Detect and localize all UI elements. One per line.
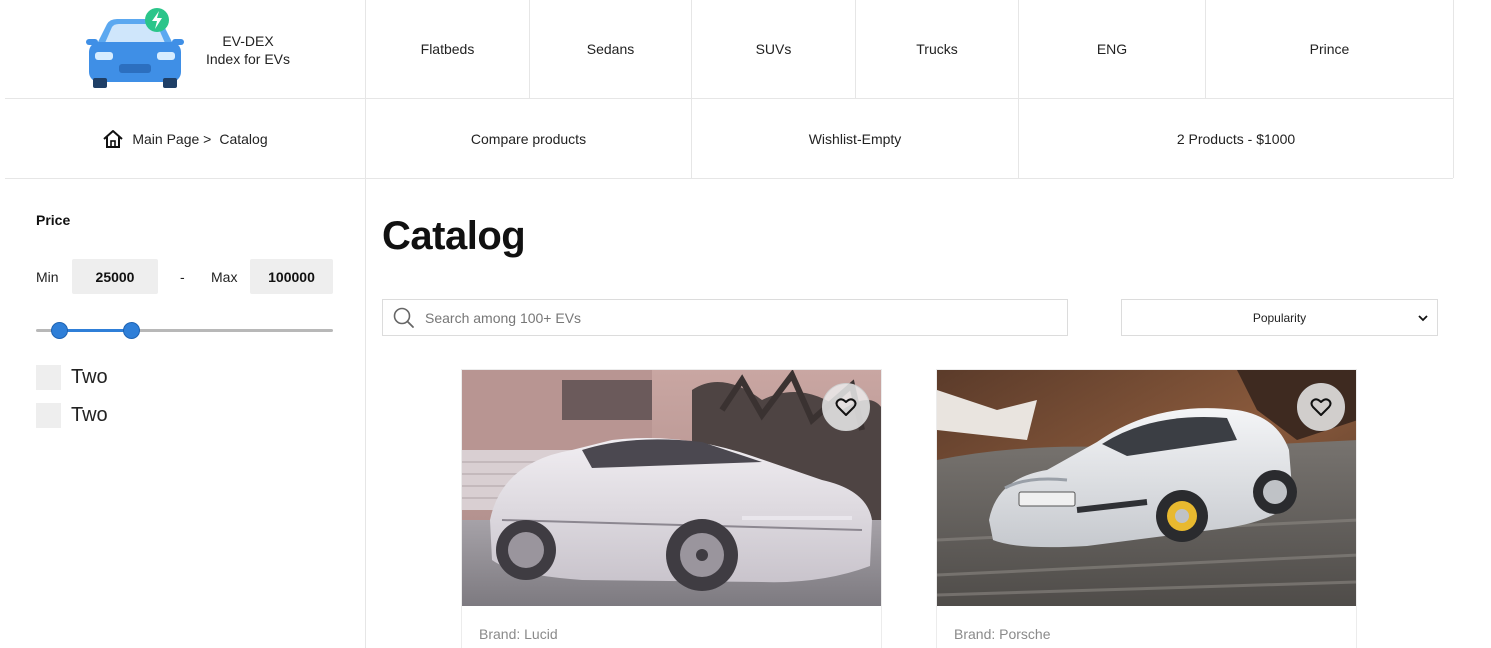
nav-item-suvs[interactable]: SUVs: [692, 0, 855, 98]
min-price-input[interactable]: 25000: [72, 259, 158, 294]
sort-select[interactable]: Popularity: [1121, 299, 1438, 336]
bar-divider: [5, 178, 1453, 179]
product-brand: Brand: Lucid: [479, 626, 558, 642]
nav-item-account[interactable]: Prince: [1206, 0, 1453, 98]
wishlist-button[interactable]: [1297, 383, 1345, 431]
product-card[interactable]: Brand: Porsche: [936, 369, 1357, 648]
porsche-sportscar-photo: [937, 370, 1356, 606]
product-card[interactable]: Brand: Lucid: [461, 369, 882, 648]
filter-option[interactable]: Two: [36, 365, 108, 390]
nav-item-flatbeds[interactable]: Flatbeds: [366, 0, 529, 98]
filter-option-label: Two: [71, 404, 108, 426]
nav-item-sedans[interactable]: Sedans: [530, 0, 691, 98]
nav-divider: [1453, 0, 1454, 178]
breadcrumb: Main Page > Catalog: [5, 99, 365, 178]
lucid-sedan-photo: [462, 370, 881, 606]
search-icon: [393, 307, 414, 328]
breadcrumb-home-link[interactable]: Main Page >: [132, 131, 211, 147]
nav-item-language[interactable]: ENG: [1019, 0, 1205, 98]
breadcrumb-current: Catalog: [219, 130, 268, 147]
product-image[interactable]: [937, 370, 1356, 606]
sort-selected-value: Popularity: [1252, 310, 1307, 325]
heart-icon: [1310, 398, 1332, 416]
logo-subtitle: Index for EVs: [205, 51, 291, 67]
site-logo[interactable]: EV-DEX Index for EVs: [5, 0, 365, 98]
product-image[interactable]: [462, 370, 881, 606]
wishlist-link[interactable]: Wishlist-Empty: [692, 99, 1018, 178]
logo-title: EV-DEX: [222, 33, 274, 49]
heart-icon: [835, 398, 857, 416]
filter-checkbox[interactable]: [36, 365, 61, 390]
price-slider-min-handle[interactable]: [51, 322, 69, 339]
car-charging-icon: [86, 8, 184, 88]
search-input[interactable]: [425, 309, 1025, 326]
search-bar[interactable]: [382, 299, 1068, 336]
price-slider-max-handle[interactable]: [122, 322, 140, 339]
page-title: Catalog: [382, 214, 526, 258]
price-filter-title: Price: [36, 212, 71, 228]
home-icon[interactable]: [102, 129, 124, 149]
min-label: Min: [36, 269, 59, 285]
nav-item-trucks[interactable]: Trucks: [856, 0, 1018, 98]
product-brand: Brand: Porsche: [954, 626, 1051, 642]
filter-checkbox[interactable]: [36, 403, 61, 428]
filter-option[interactable]: Two: [36, 403, 108, 428]
max-label: Max: [211, 269, 238, 285]
wishlist-button[interactable]: [822, 383, 870, 431]
cart-summary-link[interactable]: 2 Products - $1000: [1019, 99, 1453, 178]
price-slider-range: [59, 329, 132, 332]
range-separator: -: [180, 269, 185, 285]
compare-products-link[interactable]: Compare products: [366, 99, 691, 178]
filter-option-label: Two: [71, 366, 108, 388]
max-price-input[interactable]: 100000: [250, 259, 333, 294]
chevron-down-icon: [1418, 315, 1428, 322]
